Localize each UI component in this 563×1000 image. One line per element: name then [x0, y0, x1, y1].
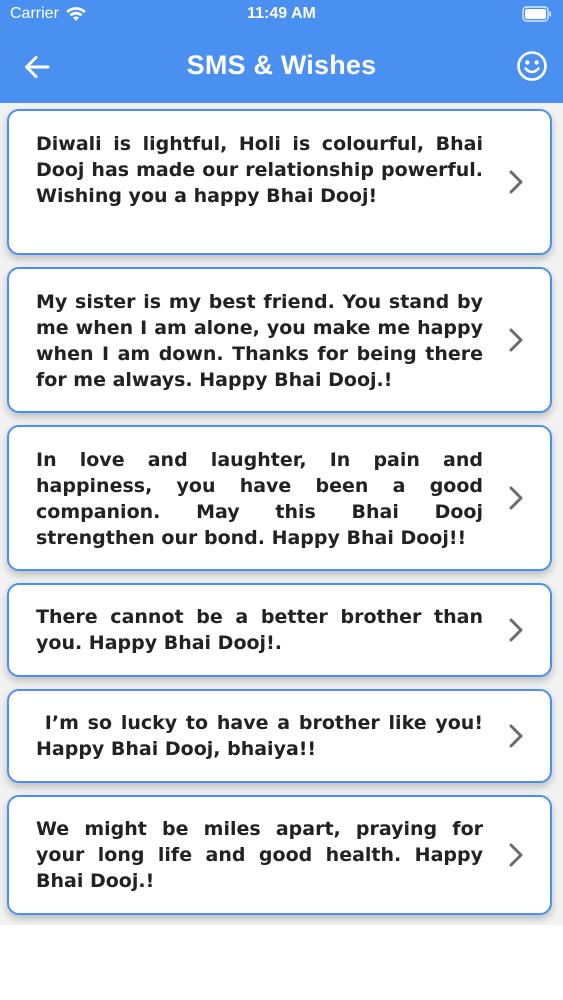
message-card-6[interactable]: We might be miles apart, praying for you… — [7, 795, 552, 915]
message-text: My sister is my best friend. You stand b… — [36, 291, 490, 391]
messages-list: Diwali is lightful, Holi is colourful, B… — [0, 103, 563, 925]
chevron-right-icon — [509, 724, 523, 748]
app-header: Carrier 11:49 AM SMS & Wishes — [0, 0, 563, 103]
status-time: 11:49 AM — [247, 5, 316, 22]
message-card-5[interactable]: I’m so lucky to have a brother like you!… — [7, 689, 552, 783]
chevron-right-icon — [509, 170, 523, 194]
message-text: There cannot be a better brother than yo… — [36, 606, 490, 654]
bottom-blank-area — [0, 925, 563, 1000]
chevron-right-icon — [509, 618, 523, 642]
chevron-right-icon — [509, 328, 523, 352]
message-card-2[interactable]: My sister is my best friend. You stand b… — [7, 267, 552, 413]
message-text: In love and laughter, In pain and happin… — [36, 449, 490, 549]
nav-bar: SMS & Wishes — [0, 36, 563, 96]
message-text: We might be miles apart, praying for you… — [36, 818, 490, 892]
chevron-right-icon — [509, 843, 523, 867]
message-card-3[interactable]: In love and laughter, In pain and happin… — [7, 425, 552, 571]
battery-icon — [522, 6, 552, 22]
message-text: Diwali is lightful, Holi is colourful, B… — [36, 133, 490, 207]
page-title: SMS & Wishes — [186, 50, 377, 80]
message-text: I’m so lucky to have a brother like you!… — [36, 712, 490, 760]
message-card-1[interactable]: Diwali is lightful, Holi is colourful, B… — [7, 109, 552, 255]
status-bar: Carrier 11:49 AM — [0, 0, 563, 30]
message-card-4[interactable]: There cannot be a better brother than yo… — [7, 583, 552, 677]
smiley-icon[interactable] — [516, 50, 548, 82]
chevron-right-icon — [509, 486, 523, 510]
